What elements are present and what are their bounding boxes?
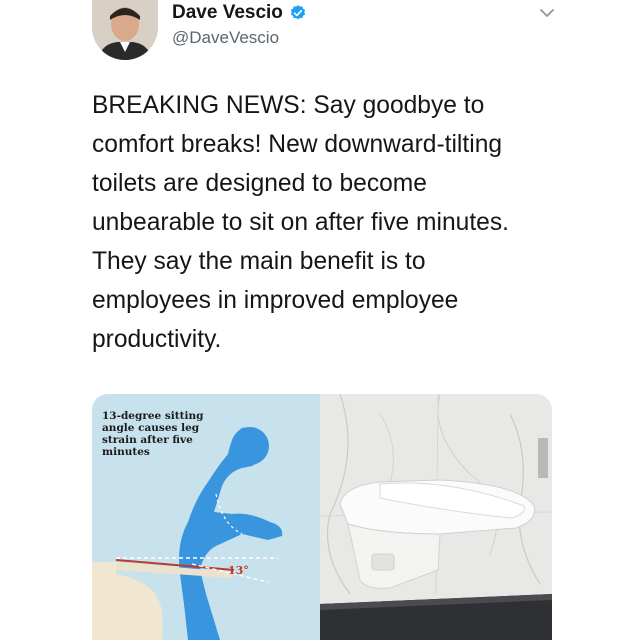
angle-label: 13° — [228, 564, 249, 577]
avatar[interactable] — [92, 0, 158, 60]
toilet-photo[interactable] — [320, 394, 552, 640]
author-name-row[interactable]: Dave Vescio — [172, 2, 307, 24]
tweet-media[interactable]: 13-degree sitting angle causes leg strai… — [92, 394, 552, 640]
chevron-down-icon[interactable] — [537, 6, 557, 20]
infographic-image[interactable]: 13-degree sitting angle causes leg strai… — [92, 394, 320, 640]
tweet-text: BREAKING NEWS: Say goodbye to comfort br… — [92, 92, 509, 353]
avatar-image — [92, 0, 158, 60]
infographic-caption: 13-degree sitting angle causes leg strai… — [102, 410, 204, 458]
tweet-card: Dave Vescio @DaveVescio BREAKING NEWS: S… — [0, 0, 640, 640]
author-handle[interactable]: @DaveVescio — [172, 28, 279, 48]
toilet-photo-illustration — [320, 394, 552, 640]
author-name[interactable]: Dave Vescio — [172, 2, 283, 24]
verified-badge-icon — [290, 5, 306, 20]
